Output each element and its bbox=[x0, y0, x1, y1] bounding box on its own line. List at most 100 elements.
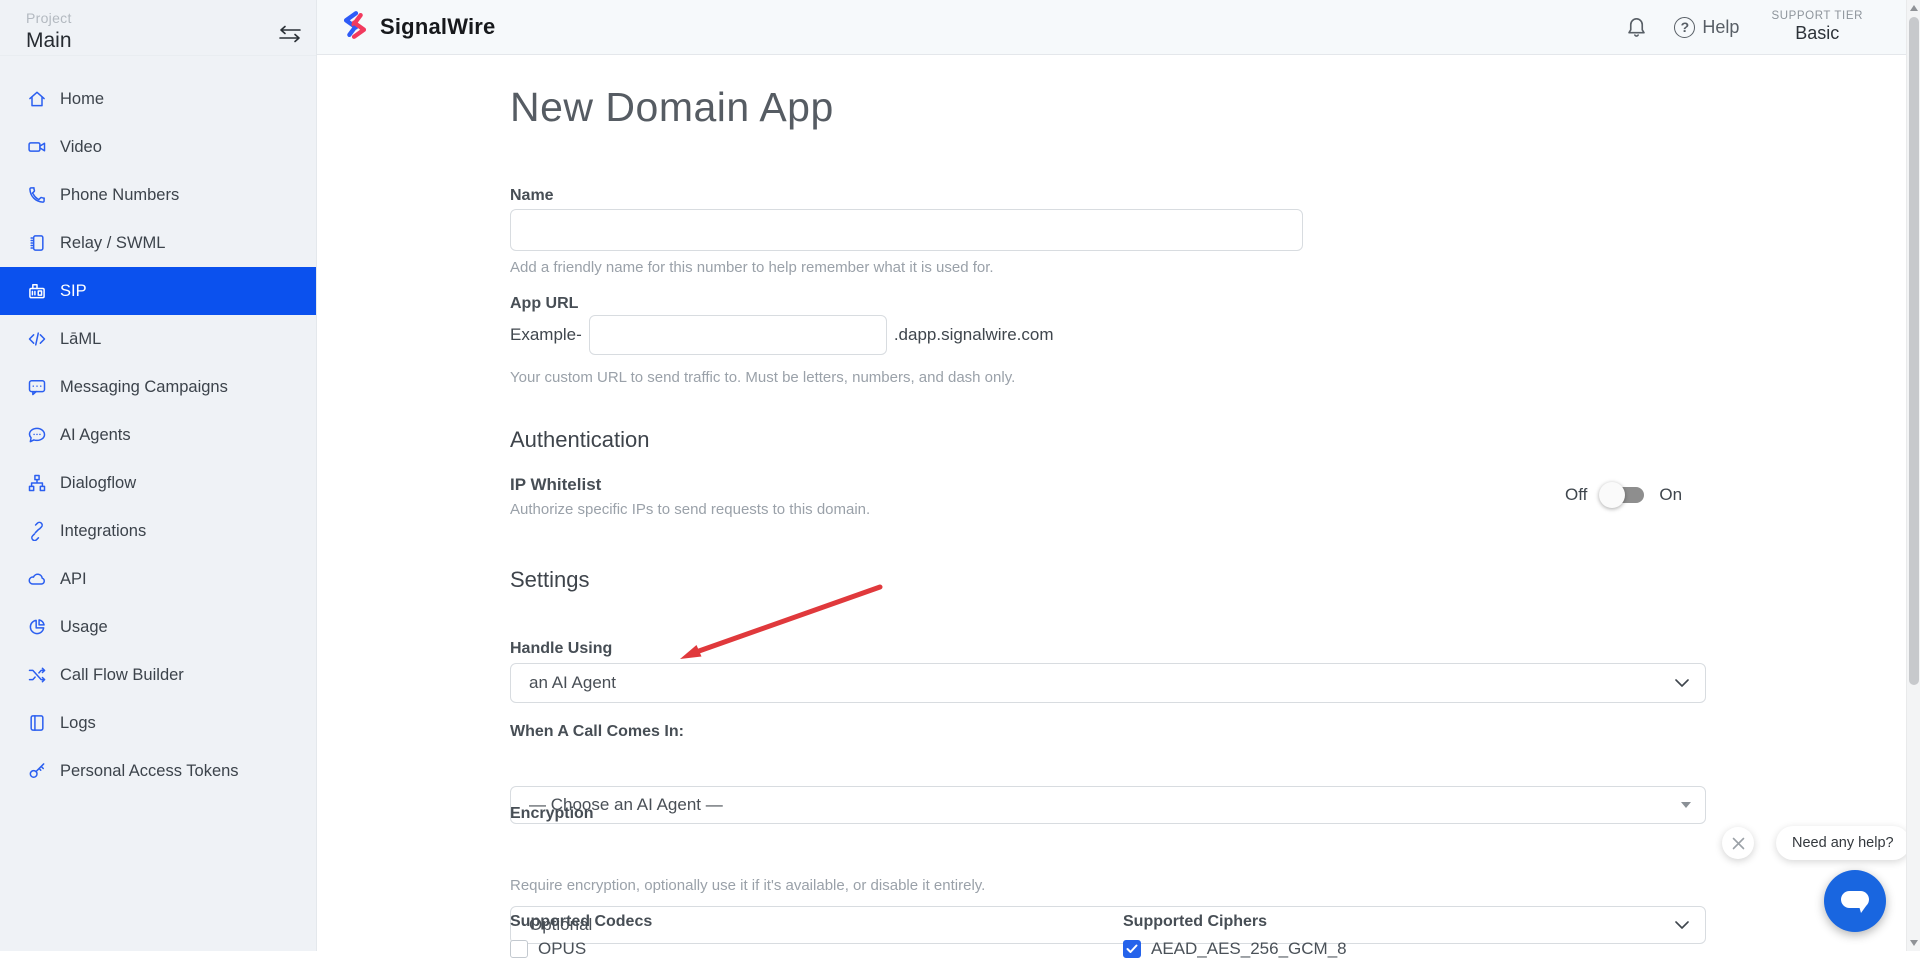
sidebar-item-label: Call Flow Builder bbox=[60, 666, 184, 685]
sidebar-item-video[interactable]: Video bbox=[0, 123, 316, 171]
sidebar-item-ai-agents[interactable]: AI Agents bbox=[0, 411, 316, 459]
ip-whitelist-help-text: Authorize specific IPs to send requests … bbox=[510, 501, 870, 518]
authentication-heading: Authentication bbox=[510, 427, 649, 453]
top-right-actions: ? Help SUPPORT TIER Basic bbox=[1625, 10, 1863, 44]
chat-tooltip-text: Need any help? bbox=[1792, 835, 1894, 851]
vertical-scrollbar[interactable] bbox=[1906, 0, 1920, 951]
chevron-down-icon bbox=[1675, 679, 1689, 687]
sidebar-item-dialogflow[interactable]: Dialogflow bbox=[0, 459, 316, 507]
chat-launcher-button[interactable] bbox=[1824, 870, 1886, 932]
toggle-on-label: On bbox=[1659, 485, 1682, 505]
sidebar-item-label: Integrations bbox=[60, 522, 146, 541]
scroll-down-arrow-icon[interactable] bbox=[1910, 940, 1918, 946]
app-url-suffix: .dapp.signalwire.com bbox=[894, 325, 1054, 345]
encryption-select[interactable]: Optional bbox=[510, 906, 1706, 944]
handle-using-value: an AI Agent bbox=[529, 673, 616, 693]
toggle-knob[interactable] bbox=[1599, 482, 1625, 508]
sidebar-item-integrations[interactable]: Integrations bbox=[0, 507, 316, 555]
sidebar-item-laml[interactable]: LāML bbox=[0, 315, 316, 363]
supported-codecs-label: Supported Codecs bbox=[510, 913, 652, 931]
app-url-label: App URL bbox=[510, 295, 578, 313]
support-tier-label: SUPPORT TIER bbox=[1771, 10, 1863, 22]
sidebar-nav: Home Video Phone Numbers Relay / SWML SI… bbox=[0, 75, 316, 795]
sidebar-item-label: SIP bbox=[60, 282, 87, 301]
sidebar: Project Main Home Video Phone Numbers Re… bbox=[0, 0, 317, 951]
ip-whitelist-label: IP Whitelist bbox=[510, 475, 601, 495]
call-comes-in-select[interactable]: — Choose an AI Agent — bbox=[510, 786, 1706, 824]
question-mark-icon: ? bbox=[1674, 17, 1695, 38]
name-input[interactable] bbox=[510, 209, 1303, 251]
sidebar-item-label: Video bbox=[60, 138, 102, 157]
page-title: New Domain App bbox=[510, 84, 834, 131]
sidebar-item-label: LāML bbox=[60, 330, 101, 349]
opus-checkbox[interactable] bbox=[510, 940, 528, 958]
support-tier-value: Basic bbox=[1771, 23, 1863, 44]
sidebar-item-personal-access-tokens[interactable]: Personal Access Tokens bbox=[0, 747, 316, 795]
chat-bubble-icon bbox=[27, 425, 47, 445]
sidebar-item-label: AI Agents bbox=[60, 426, 131, 445]
help-button[interactable]: ? Help bbox=[1674, 17, 1739, 38]
brand[interactable]: SignalWire bbox=[340, 10, 496, 45]
sidebar-item-phone-numbers[interactable]: Phone Numbers bbox=[0, 171, 316, 219]
name-label: Name bbox=[510, 187, 554, 205]
cipher-option-row: AEAD_AES_256_GCM_8 bbox=[1123, 939, 1347, 959]
home-icon bbox=[27, 89, 47, 109]
sidebar-item-label: Usage bbox=[60, 618, 108, 637]
cipher-option-label: AEAD_AES_256_GCM_8 bbox=[1151, 939, 1347, 959]
sidebar-item-usage[interactable]: Usage bbox=[0, 603, 316, 651]
settings-heading: Settings bbox=[510, 567, 590, 593]
code-icon bbox=[27, 329, 47, 349]
scrollbar-thumb[interactable] bbox=[1909, 17, 1919, 685]
swap-arrows-icon[interactable] bbox=[278, 24, 302, 44]
handle-using-select[interactable]: an AI Agent bbox=[510, 663, 1706, 703]
sidebar-item-label: Phone Numbers bbox=[60, 186, 179, 205]
message-square-icon bbox=[27, 377, 47, 397]
brand-name: SignalWire bbox=[380, 14, 496, 40]
scroll-up-arrow-icon[interactable] bbox=[1910, 5, 1918, 11]
app-url-prefix: Example- bbox=[510, 325, 582, 345]
sidebar-item-sip[interactable]: SIP bbox=[0, 267, 316, 315]
sidebar-item-relay-swml[interactable]: Relay / SWML bbox=[0, 219, 316, 267]
app-url-row: Example- .dapp.signalwire.com bbox=[510, 315, 1054, 355]
fax-phone-icon bbox=[27, 281, 47, 301]
project-name[interactable]: Main bbox=[26, 29, 316, 53]
sidebar-item-label: Home bbox=[60, 90, 104, 109]
sidebar-item-label: Dialogflow bbox=[60, 474, 136, 493]
sidebar-item-api[interactable]: API bbox=[0, 555, 316, 603]
signalwire-logo-icon bbox=[340, 10, 370, 45]
chat-dismiss-button[interactable] bbox=[1722, 827, 1754, 859]
supported-ciphers-label: Supported Ciphers bbox=[1123, 913, 1267, 931]
pie-chart-icon bbox=[27, 617, 47, 637]
shuffle-icon bbox=[27, 665, 47, 685]
notification-bell-icon[interactable] bbox=[1625, 15, 1648, 39]
ip-whitelist-toggle-row: Off On bbox=[1565, 485, 1682, 505]
chat-bubble-icon bbox=[1840, 887, 1870, 915]
app-url-input[interactable] bbox=[589, 315, 887, 355]
project-label: Project bbox=[26, 10, 316, 26]
name-help-text: Add a friendly name for this number to h… bbox=[510, 259, 994, 276]
chevron-down-icon bbox=[1675, 921, 1689, 929]
support-tier: SUPPORT TIER Basic bbox=[1771, 10, 1863, 44]
toggle-off-label: Off bbox=[1565, 485, 1587, 505]
handle-using-label: Handle Using bbox=[510, 640, 612, 658]
sidebar-item-messaging-campaigns[interactable]: Messaging Campaigns bbox=[0, 363, 316, 411]
sidebar-item-logs[interactable]: Logs bbox=[0, 699, 316, 747]
video-camera-icon bbox=[27, 137, 47, 157]
cloud-icon bbox=[27, 569, 47, 589]
sidebar-item-label: Relay / SWML bbox=[60, 234, 165, 253]
ip-whitelist-toggle[interactable] bbox=[1602, 487, 1644, 503]
link-icon bbox=[27, 521, 47, 541]
codec-option-row: OPUS bbox=[510, 939, 586, 959]
top-bar: SignalWire ? Help SUPPORT TIER Basic bbox=[317, 0, 1906, 55]
sidebar-item-call-flow-builder[interactable]: Call Flow Builder bbox=[0, 651, 316, 699]
project-block: Project Main bbox=[0, 0, 316, 56]
journal-icon bbox=[27, 713, 47, 733]
close-icon bbox=[1732, 837, 1745, 850]
hierarchy-icon bbox=[27, 473, 47, 493]
chat-tooltip[interactable]: Need any help? bbox=[1776, 826, 1910, 860]
main-content: New Domain App Name Add a friendly name … bbox=[317, 55, 1906, 951]
cipher-checkbox[interactable] bbox=[1123, 940, 1141, 958]
select-arrow-icon bbox=[1681, 802, 1691, 808]
chip-icon bbox=[27, 233, 47, 253]
sidebar-item-home[interactable]: Home bbox=[0, 75, 316, 123]
